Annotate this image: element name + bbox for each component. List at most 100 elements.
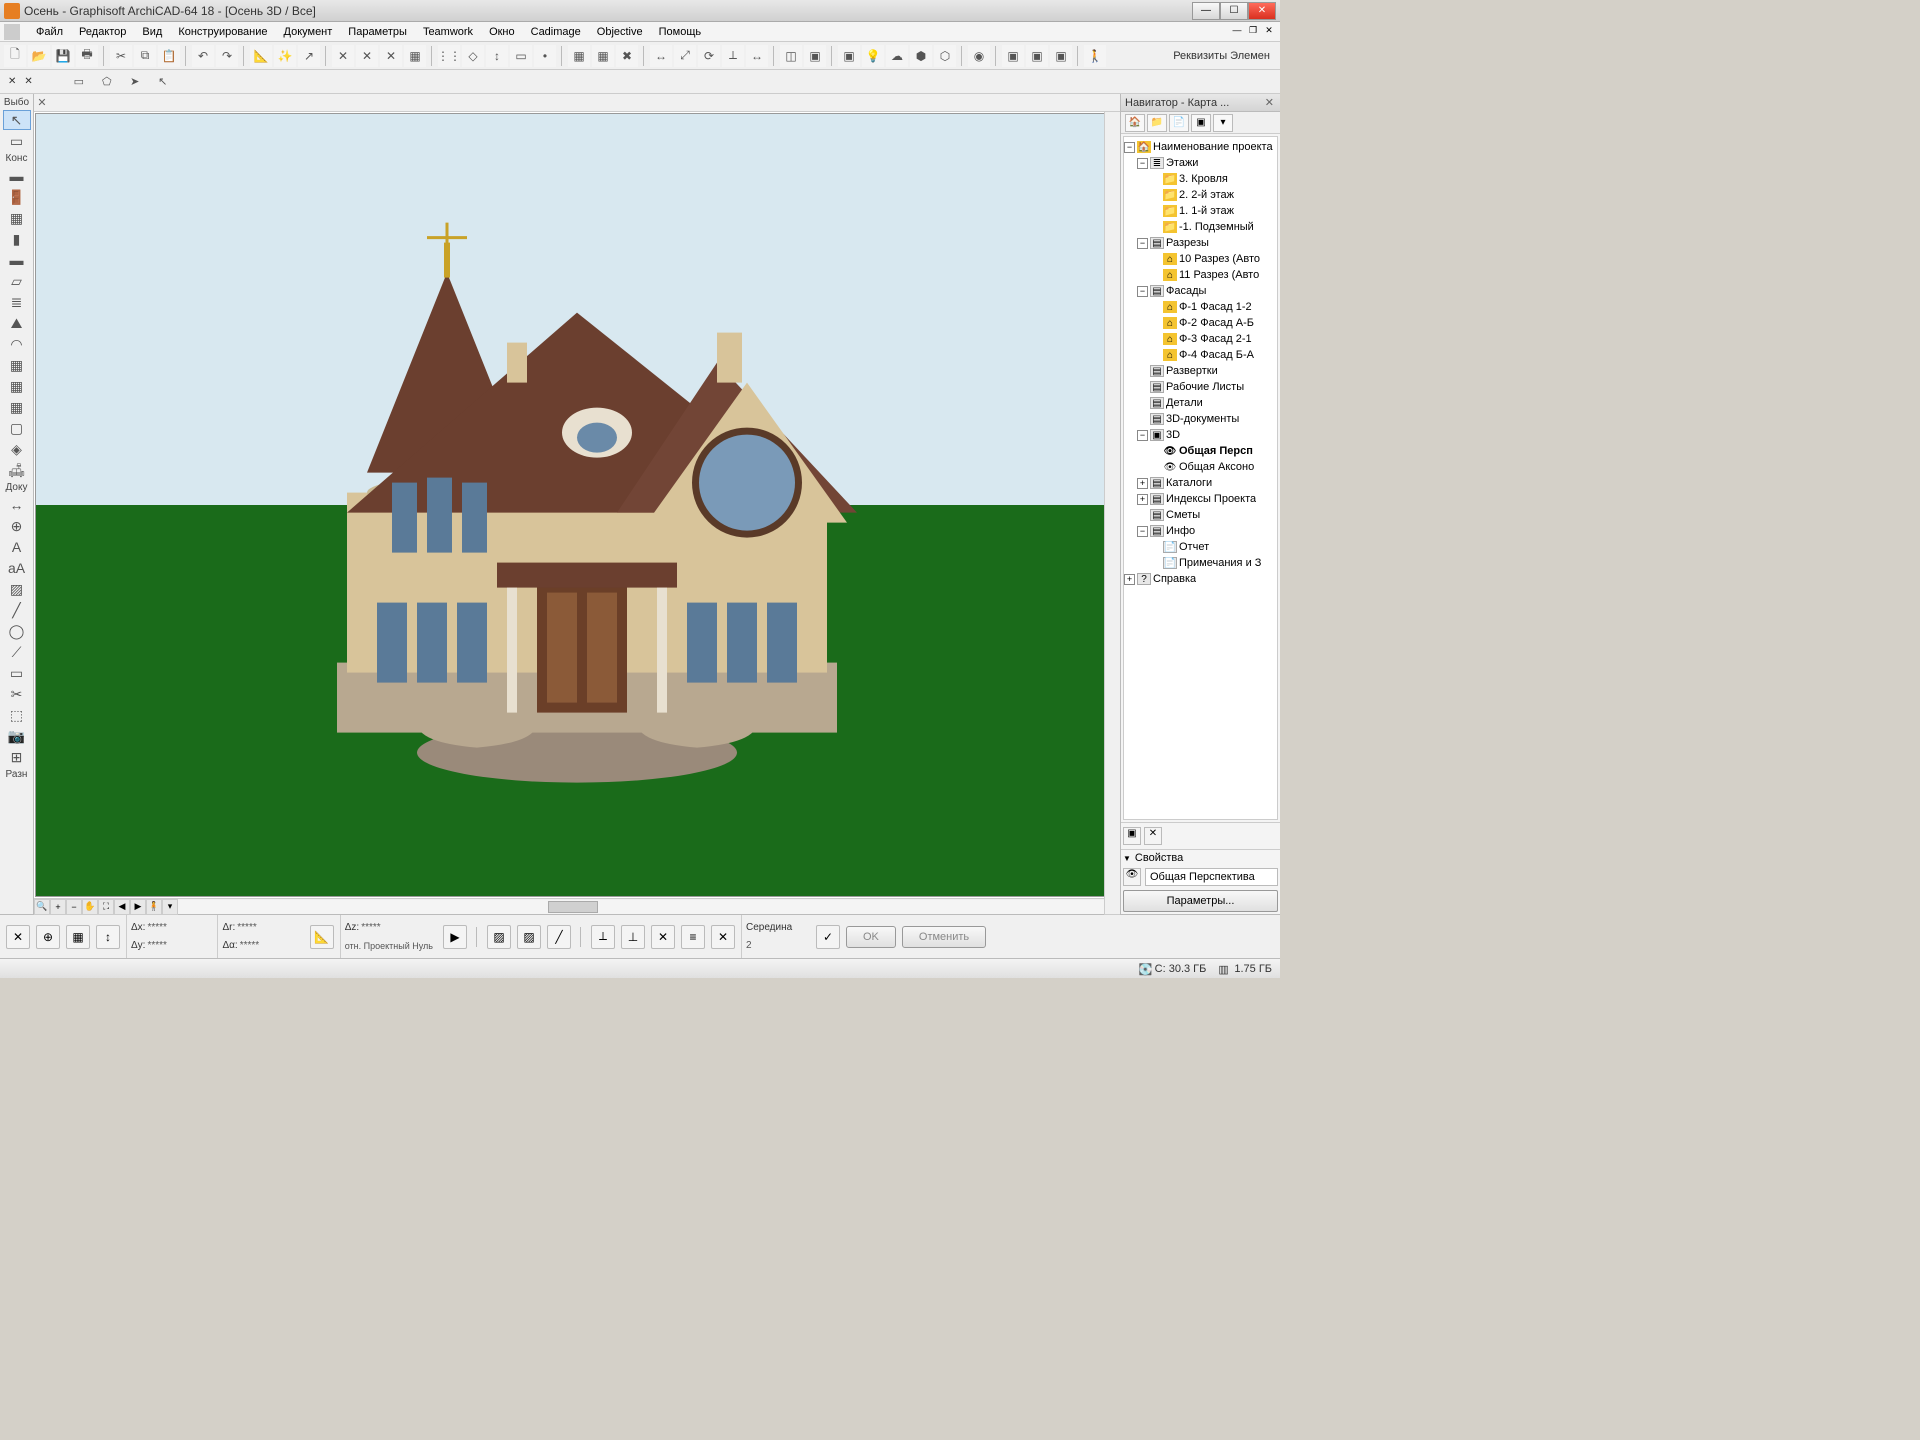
tool-f-icon[interactable]: ▦	[592, 45, 614, 67]
tree-section-10[interactable]: ⌂10 Разрез (Авто	[1124, 251, 1277, 267]
tool-m-icon[interactable]: ◫	[780, 45, 802, 67]
cancel-button[interactable]: Отменить	[902, 926, 986, 948]
object-tool[interactable]: 🛋	[3, 460, 31, 480]
minimize-button[interactable]: —	[1192, 2, 1220, 20]
marquee-tool[interactable]: ▭	[3, 131, 31, 151]
tool-v-icon[interactable]: ▣	[1026, 45, 1048, 67]
tree-details[interactable]: ▤Детали	[1124, 395, 1277, 411]
tree-sections[interactable]: −▤Разрезы	[1124, 235, 1277, 251]
tree-floor-3[interactable]: 📁3. Кровля	[1124, 171, 1277, 187]
tree-3d-axo[interactable]: 👁Общая Аксоно	[1124, 459, 1277, 475]
tree-project[interactable]: −🏠Наименование проекта	[1124, 139, 1277, 155]
mesh-tool[interactable]: ▦	[3, 376, 31, 396]
copy-icon[interactable]: ⧉	[134, 45, 156, 67]
nav-new-icon[interactable]: ▣	[1123, 827, 1141, 845]
doc-restore[interactable]: ❐	[1246, 25, 1260, 39]
coord-perp-icon[interactable]: ⟂	[591, 925, 615, 949]
cut-icon[interactable]: ✂	[110, 45, 132, 67]
sel-poly-icon[interactable]: ⬠	[97, 72, 117, 92]
grid-icon[interactable]: ⋮⋮	[438, 45, 460, 67]
tree-3ddocs[interactable]: ▤3D-документы	[1124, 411, 1277, 427]
coord-check-icon[interactable]: ✓	[816, 925, 840, 949]
stair-tool[interactable]: ≣	[3, 292, 31, 312]
arc-tool[interactable]: ◯	[3, 621, 31, 641]
doc-minimize[interactable]: —	[1230, 25, 1244, 39]
tool-p-icon[interactable]: 💡	[862, 45, 884, 67]
viewport-close-icon[interactable]: ✕	[34, 96, 50, 109]
tool-i-icon[interactable]: ⤢	[674, 45, 696, 67]
nav-view-icon[interactable]: 📁	[1147, 114, 1167, 132]
menu-document[interactable]: Документ	[276, 24, 341, 40]
save-icon[interactable]: 💾	[52, 45, 74, 67]
camera-tool[interactable]: 📷	[3, 726, 31, 746]
tree-facade-1[interactable]: ⌂Ф-1 Фасад 1-2	[1124, 299, 1277, 315]
tool-r-icon[interactable]: ⬢	[910, 45, 932, 67]
tree-floors[interactable]: −≣Этажи	[1124, 155, 1277, 171]
grid-tool[interactable]: ⊞	[3, 747, 31, 767]
dz-value[interactable]: *****	[361, 922, 421, 933]
tool-t-icon[interactable]: ◉	[968, 45, 990, 67]
zoom-in-icon[interactable]: +	[50, 899, 66, 915]
tool-l-icon[interactable]: ↔	[746, 45, 768, 67]
sel-arrow-icon[interactable]: ➤	[125, 72, 145, 92]
sel-rect-icon[interactable]: ▭	[69, 72, 89, 92]
coord-tang-icon[interactable]: ⊥	[621, 925, 645, 949]
tool-g-icon[interactable]: ✖	[616, 45, 638, 67]
viewport-vscroll[interactable]	[1104, 112, 1120, 914]
coord-snap1-icon[interactable]: ▨	[487, 925, 511, 949]
tree-razvertki[interactable]: ▤Развертки	[1124, 363, 1277, 379]
shell-tool[interactable]: ◠	[3, 334, 31, 354]
dx-value[interactable]: *****	[147, 922, 207, 933]
select-close-icon[interactable]: ✕	[8, 76, 16, 87]
tool-d-icon[interactable]: •	[534, 45, 556, 67]
curtain-tool[interactable]: ▦	[3, 397, 31, 417]
viewport-hscroll[interactable]: 🔍 + − ✋ ⛶ ◀ ▶ 🧍 ▾ ▶	[34, 898, 1120, 914]
tree-worksheets[interactable]: ▤Рабочие Листы	[1124, 379, 1277, 395]
view-opt-icon[interactable]: ▾	[162, 899, 178, 915]
snap3-icon[interactable]: ✕	[380, 45, 402, 67]
tool-c-icon[interactable]: ▭	[510, 45, 532, 67]
nav-pub-icon[interactable]: ▣	[1191, 114, 1211, 132]
coord-close-icon[interactable]: ✕	[6, 925, 30, 949]
coord-origin-icon[interactable]: ⊕	[36, 925, 60, 949]
tree-help[interactable]: +?Справка	[1124, 571, 1277, 587]
tree-info-notes[interactable]: 📄Примечания и З	[1124, 555, 1277, 571]
coord-snap2-icon[interactable]: ▨	[517, 925, 541, 949]
pan-icon[interactable]: ✋	[82, 899, 98, 915]
hscroll-track[interactable]	[178, 900, 1104, 914]
navigator-properties-header[interactable]: Свойства	[1121, 849, 1280, 866]
nav-prop-icon[interactable]: 👁	[1123, 868, 1141, 886]
drawing-tool[interactable]: ▭	[3, 663, 31, 683]
close-button[interactable]: ✕	[1248, 2, 1276, 20]
section-tool[interactable]: ✂	[3, 684, 31, 704]
tool-e-icon[interactable]: ▦	[568, 45, 590, 67]
coord-int-icon[interactable]: ✕	[651, 925, 675, 949]
measure-icon[interactable]: 📐	[250, 45, 272, 67]
coord-line-icon[interactable]: ╱	[547, 925, 571, 949]
person-icon[interactable]: 🚶	[1084, 45, 1106, 67]
tool-q-icon[interactable]: ☁	[886, 45, 908, 67]
tool-u-icon[interactable]: ▣	[1002, 45, 1024, 67]
undo-icon[interactable]: ↶	[192, 45, 214, 67]
tree-floor-2[interactable]: 📁2. 2-й этаж	[1124, 187, 1277, 203]
navigator-close-icon[interactable]: ✕	[1263, 96, 1276, 109]
dy-value[interactable]: *****	[147, 940, 207, 951]
tool-j-icon[interactable]: ⟳	[698, 45, 720, 67]
nav-project-icon[interactable]: 🏠	[1125, 114, 1145, 132]
menu-objective[interactable]: Objective	[589, 24, 651, 40]
menu-options[interactable]: Параметры	[340, 24, 415, 40]
elev-tool[interactable]: ⬚	[3, 705, 31, 725]
tree-section-11[interactable]: ⌂11 Разрез (Авто	[1124, 267, 1277, 283]
menu-help[interactable]: Помощь	[651, 24, 710, 40]
coord-divide-icon[interactable]: ✕	[711, 925, 735, 949]
orbit-icon[interactable]: 🧍	[146, 899, 162, 915]
beam-tool[interactable]: ▬	[3, 250, 31, 270]
select-close2-icon[interactable]: ✕	[24, 76, 32, 87]
coord-polar-icon[interactable]: ↕	[96, 925, 120, 949]
maximize-button[interactable]: ☐	[1220, 2, 1248, 20]
open-icon[interactable]: 📂	[28, 45, 50, 67]
skylight-tool[interactable]: ▦	[3, 355, 31, 375]
ok-button[interactable]: OK	[846, 926, 896, 948]
tree-indexes[interactable]: +▤Индексы Проекта	[1124, 491, 1277, 507]
line-tool[interactable]: ╱	[3, 600, 31, 620]
